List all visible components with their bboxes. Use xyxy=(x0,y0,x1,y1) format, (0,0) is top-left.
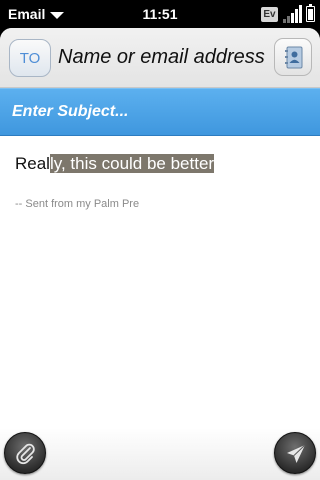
to-row: TO xyxy=(0,28,320,88)
send-icon xyxy=(287,444,306,463)
compose-card: TO Really, this could be better -- Sent … xyxy=(0,28,320,480)
bottom-toolbar xyxy=(0,428,320,480)
signature: -- Sent from my Palm Pre xyxy=(15,198,140,210)
battery-icon xyxy=(306,4,315,22)
recipient-input[interactable] xyxy=(58,42,268,72)
text-selection[interactable]: ly, this could be better xyxy=(49,154,215,173)
subject-input[interactable] xyxy=(12,99,302,125)
signal-icon xyxy=(283,5,303,23)
network-badge: Ev xyxy=(261,7,278,22)
contacts-button[interactable] xyxy=(274,38,312,76)
attach-icon xyxy=(16,443,35,465)
subject-row xyxy=(0,88,320,136)
contacts-icon xyxy=(285,46,303,69)
body-text[interactable]: Really, this could be better xyxy=(15,152,215,176)
send-button[interactable] xyxy=(274,432,316,474)
battery-fill xyxy=(308,9,313,20)
attach-button[interactable] xyxy=(4,432,46,474)
message-body[interactable]: Really, this could be better -- Sent fro… xyxy=(0,136,320,426)
to-label[interactable]: TO xyxy=(9,39,51,77)
body-text-unselected: Real xyxy=(15,154,50,173)
status-bar: Email 11:51 Ev xyxy=(0,0,320,28)
